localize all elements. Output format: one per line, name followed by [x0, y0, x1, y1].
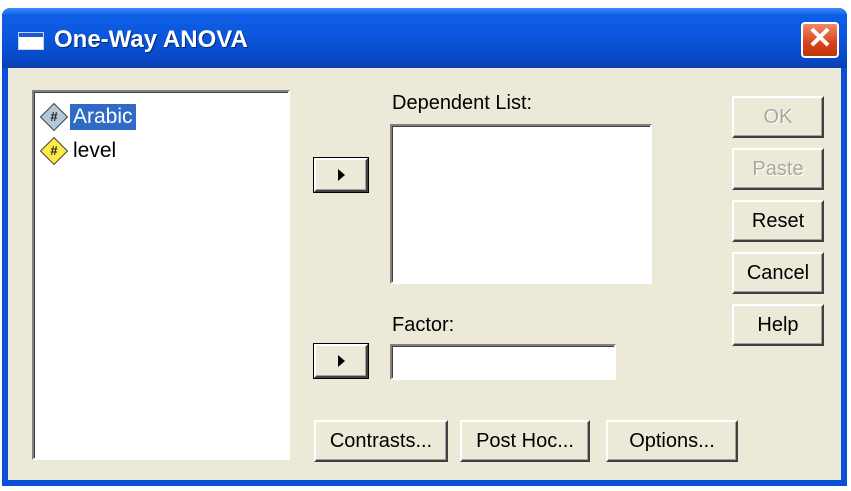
options-button[interactable]: Options... — [606, 420, 738, 462]
right-arrow-icon — [337, 355, 345, 367]
scale-variable-icon: # — [39, 102, 69, 132]
factor-label: Factor: — [392, 314, 455, 336]
factor-field[interactable] — [390, 344, 616, 380]
right-arrow-icon — [337, 169, 345, 181]
move-to-dependent-button[interactable] — [313, 157, 369, 193]
post-hoc-button[interactable]: Post Hoc... — [460, 420, 590, 462]
contrasts-button[interactable]: Contrasts... — [314, 420, 448, 462]
variable-item-level[interactable]: # level — [39, 136, 119, 166]
variable-list[interactable]: # Arabic # level — [32, 90, 290, 460]
dependent-list-box[interactable] — [390, 124, 652, 284]
help-button[interactable]: Help — [732, 304, 824, 346]
close-button[interactable]: ✕ — [801, 22, 839, 58]
dependent-list-label: Dependent List: — [392, 92, 533, 114]
window-icon — [18, 32, 44, 50]
window-title: One-Way ANOVA — [54, 26, 248, 53]
paste-button[interactable]: Paste — [732, 148, 824, 190]
ordinal-variable-icon: # — [39, 136, 69, 166]
cancel-button[interactable]: Cancel — [732, 252, 824, 294]
dialog-window: One-Way ANOVA ✕ # Arabic # level Depende… — [2, 8, 847, 486]
dialog-body: # Arabic # level Dependent List: Factor:… — [8, 68, 841, 480]
ok-button[interactable]: OK — [732, 96, 824, 138]
variable-label: Arabic — [70, 104, 136, 130]
reset-button[interactable]: Reset — [732, 200, 824, 242]
variable-label: level — [73, 139, 117, 162]
move-to-factor-button[interactable] — [313, 343, 369, 379]
title-bar[interactable]: One-Way ANOVA ✕ — [2, 8, 847, 68]
variable-item-arabic[interactable]: # Arabic — [39, 102, 136, 132]
